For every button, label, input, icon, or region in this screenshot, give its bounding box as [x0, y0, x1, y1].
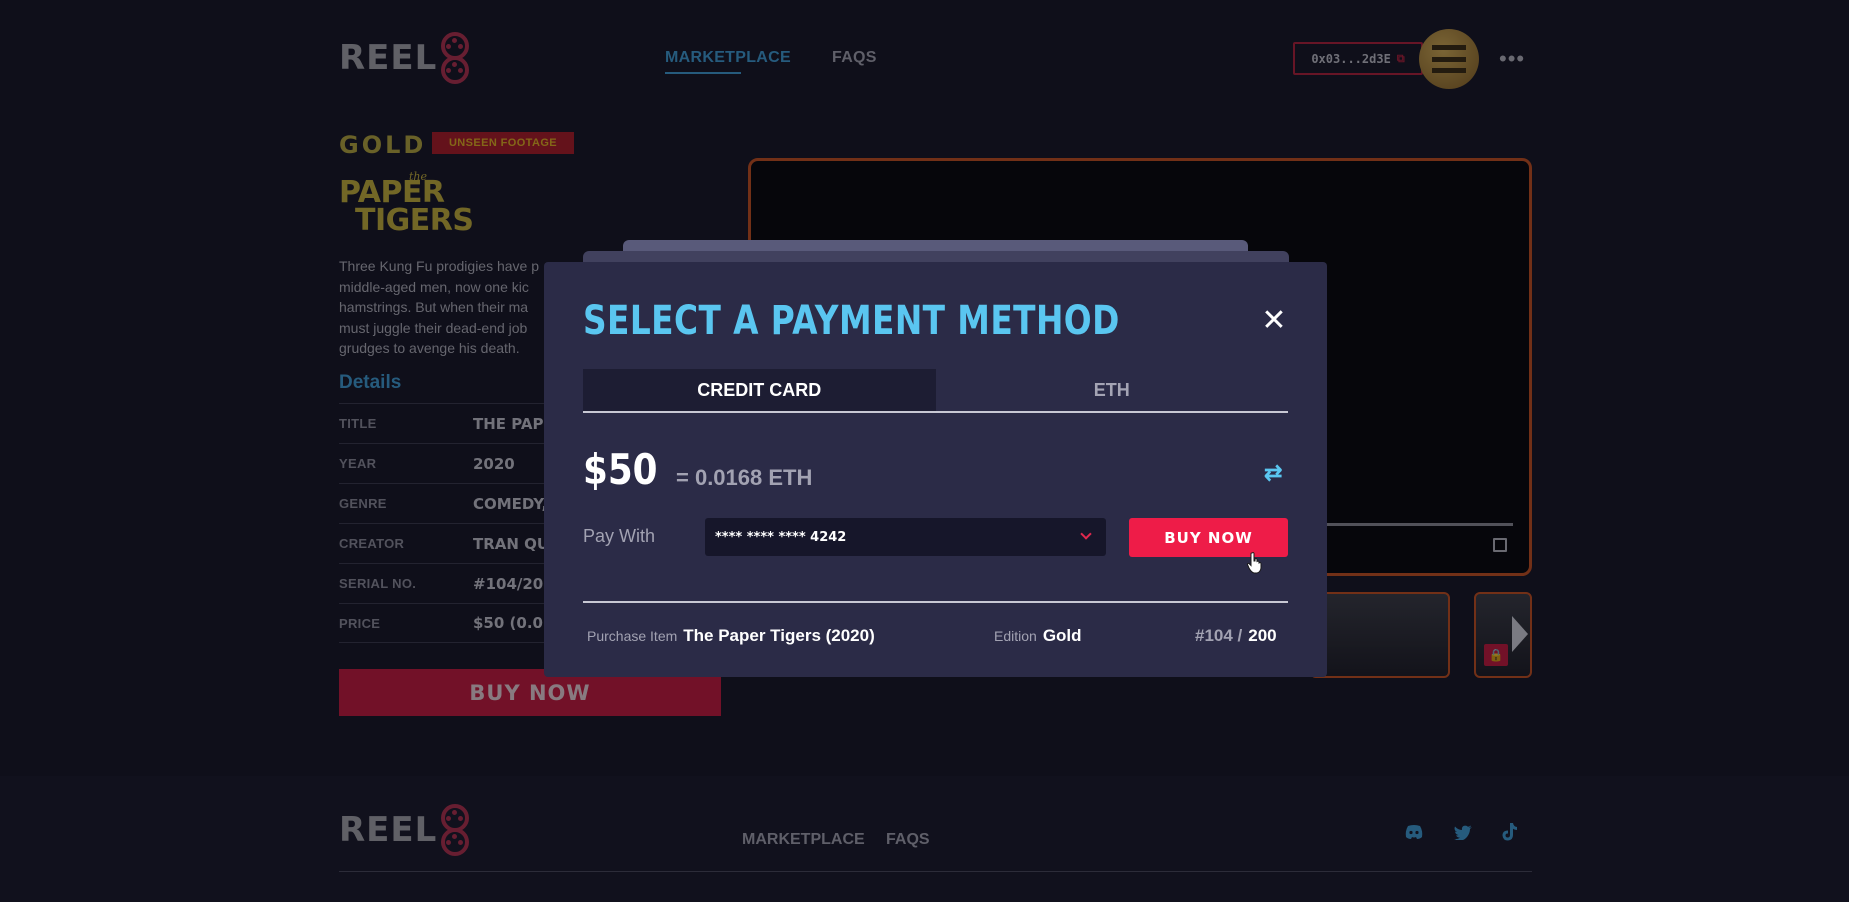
serial-total: 200 [1248, 626, 1277, 645]
price-usd: $50 [583, 445, 658, 494]
card-select-value: **** **** **** 4242 [715, 529, 847, 545]
payment-modal: SELECT A PAYMENT METHOD ✕ CREDIT CARD ET… [544, 262, 1327, 677]
purchase-item-value: The Paper Tigers (2020) [683, 626, 875, 645]
buy-now-button[interactable]: BUY NOW [1129, 518, 1288, 557]
pay-with-label: Pay With [583, 526, 656, 546]
tab-eth[interactable]: ETH [936, 369, 1289, 411]
card-select[interactable]: **** **** **** 4242 [705, 518, 1106, 556]
purchase-item: Purchase Item The Paper Tigers (2020) [587, 626, 875, 646]
payment-tabs: CREDIT CARD ETH [583, 369, 1288, 413]
close-icon[interactable]: ✕ [1259, 306, 1289, 336]
price-eth-equivalent: = 0.0168 ETH [676, 465, 813, 490]
hand-cursor-icon [1247, 552, 1262, 574]
tab-credit-card[interactable]: CREDIT CARD [583, 369, 936, 411]
purchase-edition: Edition Gold [994, 626, 1082, 646]
purchase-edition-value: Gold [1042, 626, 1082, 645]
purchase-edition-label: Edition [994, 628, 1037, 644]
chevron-down-icon [1080, 528, 1092, 540]
purchase-item-label: Purchase Item [587, 628, 678, 644]
serial-number: #104 / [1195, 626, 1243, 645]
modal-title: SELECT A PAYMENT METHOD [583, 298, 1120, 344]
modal-divider [583, 601, 1288, 603]
swap-currency-icon[interactable]: ⇄ [1264, 460, 1282, 486]
purchase-serial: #104 / 200 [1195, 626, 1277, 646]
